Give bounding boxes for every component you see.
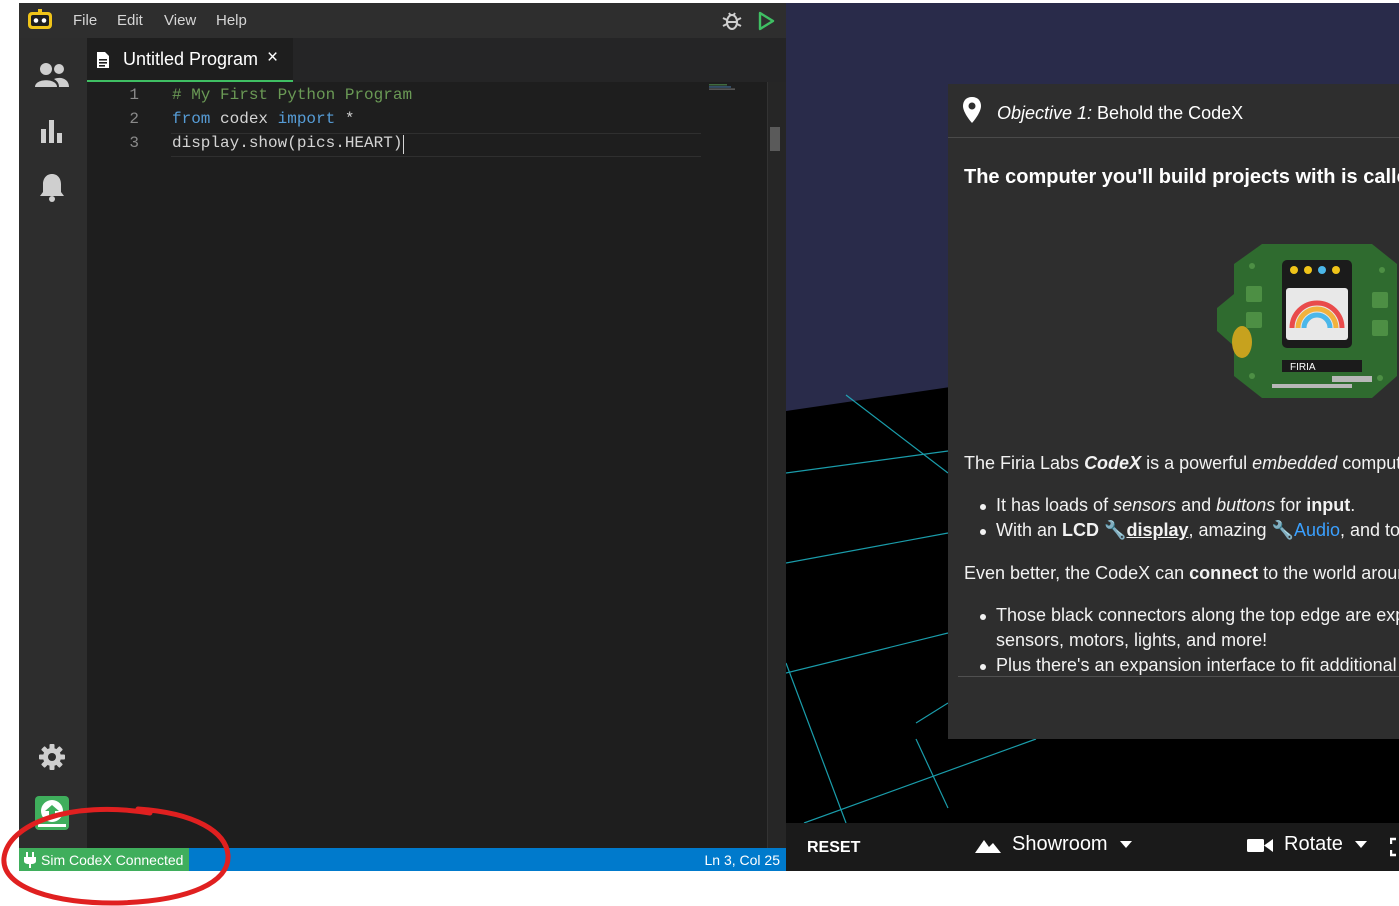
tab-title: Untitled Program: [123, 49, 259, 69]
text-embedded: embedded: [1252, 453, 1338, 473]
connection-status[interactable]: Sim CodeX Connected: [19, 848, 190, 871]
app-window: File Edit View Help Untitled Program × 1…: [19, 3, 1399, 871]
video-camera-icon: [1247, 838, 1273, 852]
plug-icon: [24, 851, 36, 868]
text-span: .: [1350, 495, 1356, 515]
codex-logo-icon[interactable]: [27, 9, 53, 31]
keyword-import: import: [277, 110, 336, 128]
text-span: to the world around it: [1263, 563, 1399, 583]
text-span: , amazing: [1188, 520, 1272, 540]
cursor-position[interactable]: Ln 3, Col 25: [705, 852, 781, 868]
showroom-label: Showroom: [1012, 833, 1108, 855]
line-number: 3: [129, 134, 139, 152]
code-line-3[interactable]: 3 display.show(pics.HEART): [87, 134, 702, 158]
text-codex: CodeX: [1084, 453, 1142, 473]
status-bar: Sim CodeX Connected Ln 3, Col 25: [19, 848, 786, 871]
wrench-icon: 🔧: [1104, 520, 1127, 540]
bullet-sensors: It has loads of sensors and buttons for …: [979, 495, 1356, 516]
menu-bar: File Edit View Help: [19, 3, 786, 38]
scrollbar-thumb[interactable]: [770, 127, 780, 151]
rotate-dropdown[interactable]: Rotate: [1246, 833, 1367, 856]
text-span: Even better, the CodeX can: [964, 563, 1190, 583]
tab-bar: Untitled Program ×: [87, 38, 786, 82]
objective-panel: Objective 1: Behold the CodeX The comput…: [948, 84, 1399, 739]
board-brand-label: FIRIA: [1290, 362, 1316, 373]
code-comment: # My First Python Program: [172, 86, 413, 104]
sim-codex-icon[interactable]: [33, 794, 71, 832]
debug-bug-icon[interactable]: [721, 11, 743, 31]
line-divider: [171, 156, 701, 157]
chevron-down-icon: [1119, 841, 1132, 848]
users-icon[interactable]: [33, 56, 71, 94]
text-span: The Firia Labs: [964, 453, 1085, 473]
bullet-lcd: With an LCD 🔧display, amazing 🔧Audio, an…: [979, 520, 1399, 541]
bullet-connectors-continued: sensors, motors, lights, and more!: [996, 630, 1268, 650]
text-span: is a powerful: [1141, 453, 1253, 473]
menu-edit[interactable]: Edit: [117, 12, 143, 29]
text-span: and: [1176, 495, 1217, 515]
text-span: , and tone: [1340, 520, 1399, 540]
code-editor[interactable]: 1 # My First Python Program 2 from codex…: [87, 82, 767, 848]
simulator-pane[interactable]: Objective 1: Behold the CodeX The comput…: [786, 3, 1399, 871]
tab-close-icon[interactable]: ×: [267, 47, 278, 69]
code-text: display.show(pics.HEART): [172, 134, 403, 152]
intro-paragraph: The Firia Labs CodeX is a powerful embed…: [964, 453, 1399, 474]
run-play-icon[interactable]: [757, 11, 775, 31]
fullscreen-icon[interactable]: [1390, 837, 1399, 857]
panel-divider: [958, 676, 1399, 677]
chevron-down-icon: [1354, 841, 1367, 848]
activity-bar: [19, 38, 87, 848]
text-input: input: [1306, 495, 1351, 515]
text-sensors: sensors: [1113, 495, 1177, 515]
objective-name: Behold the CodeX: [1092, 103, 1244, 123]
stats-chart-icon[interactable]: [33, 112, 71, 150]
rotate-label: Rotate: [1284, 833, 1343, 855]
location-pin-icon: [963, 97, 981, 123]
bullet-expansion: Plus there's an expansion interface to f…: [980, 655, 1399, 676]
menu-view[interactable]: View: [164, 12, 196, 29]
menu-file[interactable]: File: [73, 12, 97, 29]
mountain-icon: [975, 839, 1001, 853]
text-span: computer: [1342, 453, 1399, 473]
code-line-2[interactable]: 2 from codex import *: [87, 110, 702, 134]
text-buttons: buttons: [1216, 495, 1276, 515]
audio-link[interactable]: Audio: [1294, 520, 1340, 540]
settings-gear-icon[interactable]: [33, 738, 71, 776]
showroom-dropdown[interactable]: Showroom: [974, 833, 1132, 856]
simulator-toolbar: RESET Showroom Rotate: [786, 823, 1399, 871]
text-cursor: [403, 135, 404, 154]
text-span: With an: [996, 520, 1063, 540]
editor-scrollbar[interactable]: [767, 82, 787, 848]
line-number: 1: [129, 86, 139, 104]
text-lcd: LCD: [1062, 520, 1100, 540]
objective-heading: The computer you'll build projects with …: [964, 166, 1399, 188]
objective-header: Objective 1: Behold the CodeX: [948, 84, 1399, 138]
wrench-icon: 🔧: [1271, 520, 1294, 540]
code-module: codex: [210, 110, 278, 128]
objective-number: Objective 1:: [997, 103, 1093, 123]
code-text: from codex import *: [172, 110, 354, 128]
text-connect: connect: [1189, 563, 1259, 583]
reset-button[interactable]: RESET: [807, 839, 860, 857]
display-link[interactable]: display: [1126, 520, 1188, 540]
keyword-from: from: [172, 110, 211, 128]
codex-board-image: FIRIA: [1217, 244, 1397, 398]
objective-title: Objective 1: Behold the CodeX: [997, 103, 1243, 124]
tab-untitled-program[interactable]: Untitled Program ×: [87, 38, 293, 82]
code-rest: *: [335, 110, 355, 128]
bullet-connectors: Those black connectors along the top edg…: [979, 605, 1399, 626]
minimap[interactable]: [709, 84, 735, 90]
connect-paragraph: Even better, the CodeX can connect to th…: [964, 563, 1399, 584]
notifications-bell-icon[interactable]: [33, 168, 71, 206]
code-line-1[interactable]: 1 # My First Python Program: [87, 86, 702, 110]
text-span: It has loads of: [996, 495, 1114, 515]
text-span: for: [1275, 495, 1307, 515]
connection-status-text: Sim CodeX Connected: [41, 851, 184, 868]
line-number: 2: [129, 110, 139, 128]
file-icon: [97, 52, 109, 68]
menu-help[interactable]: Help: [216, 12, 247, 29]
